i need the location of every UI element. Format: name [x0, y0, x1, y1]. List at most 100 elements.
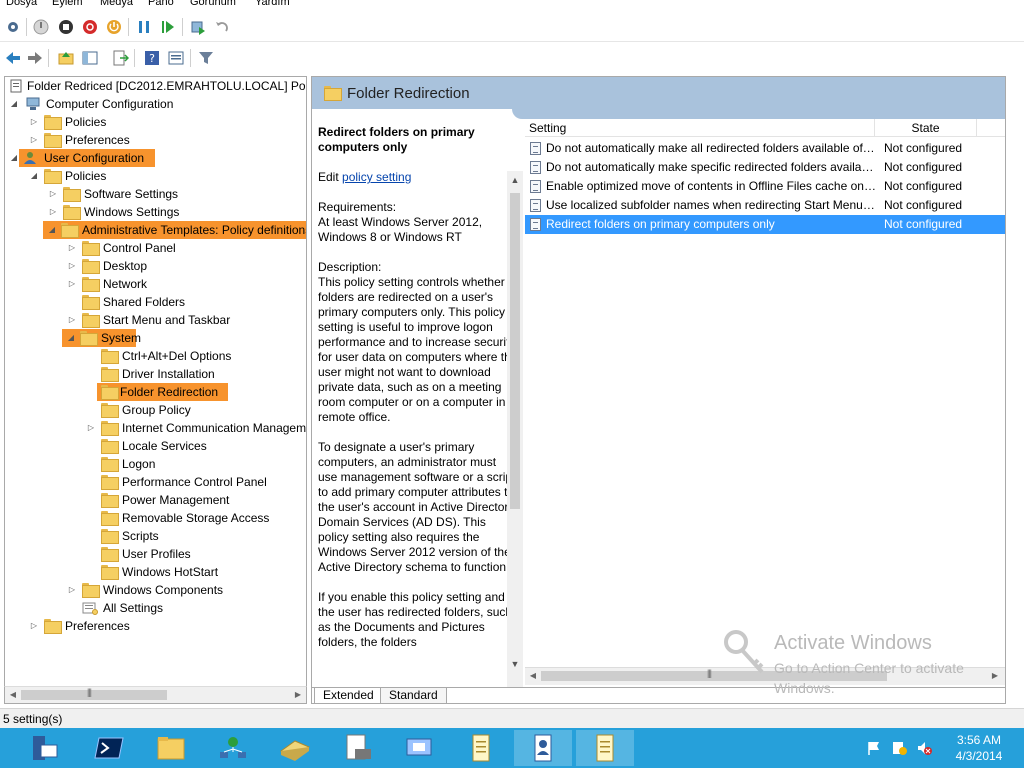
flag-icon[interactable] [866, 740, 882, 756]
scroll-thumb[interactable] [21, 690, 167, 700]
up-folder-icon[interactable] [56, 48, 76, 68]
menu-help[interactable]: Yardım [255, 0, 290, 8]
revert-icon[interactable] [212, 17, 232, 37]
grip-icon: ||| [707, 668, 712, 678]
menu-media[interactable]: Medya [100, 0, 133, 8]
volume-muted-icon[interactable] [916, 740, 932, 756]
document-printer-icon[interactable] [328, 730, 386, 766]
tree-user-configuration[interactable]: ◢ User Configuration [11, 149, 155, 167]
collapse-arrow-icon[interactable]: ◢ [9, 95, 19, 113]
column-setting[interactable]: Setting [525, 119, 875, 137]
tree-internet-communication[interactable]: ▷ Internet Communication Management [7, 419, 306, 437]
checkpoint-icon[interactable] [188, 17, 208, 37]
play-icon[interactable] [158, 17, 178, 37]
back-arrow-icon[interactable] [3, 48, 23, 68]
scroll-left-icon[interactable]: ◀ [527, 670, 539, 682]
policy-document-icon [9, 79, 25, 93]
tree-horizontal-scrollbar[interactable]: ◀ ||| ▶ [4, 686, 307, 704]
policy-setting-icon [530, 218, 541, 231]
table-row[interactable]: Enable optimized move of contents in Off… [525, 177, 1005, 196]
folder-icon [101, 511, 119, 526]
details-header: Folder Redirection [312, 77, 1005, 109]
users-computers-icon[interactable] [514, 730, 572, 766]
forward-arrow-icon[interactable] [25, 48, 45, 68]
scroll-left-icon[interactable]: ◀ [7, 689, 19, 701]
server-manager-icon[interactable] [16, 730, 74, 766]
show-hide-tree-icon[interactable] [80, 48, 100, 68]
filter-icon[interactable] [196, 48, 216, 68]
menu-bar: Dosya Eylem Medya Pano Görünüm Yardım [0, 0, 1024, 12]
clock-date: 4/3/2014 [955, 749, 1003, 763]
expand-arrow-icon[interactable]: ▷ [29, 617, 39, 635]
collapse-arrow-icon[interactable]: ◢ [66, 329, 76, 347]
folder-icon [101, 439, 119, 454]
expand-arrow-icon[interactable]: ▷ [48, 185, 58, 203]
expand-arrow-icon[interactable]: ▷ [67, 581, 77, 599]
table-row[interactable]: Do not automatically make specific redir… [525, 158, 1005, 177]
grip-icon: ||| [87, 687, 92, 697]
stop-icon[interactable] [56, 17, 76, 37]
turn-off-icon[interactable] [80, 17, 100, 37]
menu-clipboard[interactable]: Pano [148, 0, 174, 8]
server-status-icon[interactable] [891, 740, 907, 756]
description-scrollbar[interactable]: ▲ ▼ [507, 171, 523, 687]
menu-file[interactable]: Dosya [6, 0, 37, 8]
scroll-up-icon[interactable]: ▲ [509, 175, 521, 187]
export-list-icon[interactable] [110, 48, 130, 68]
settings-icon[interactable] [3, 17, 23, 37]
expand-arrow-icon[interactable]: ▷ [67, 257, 77, 275]
expand-arrow-icon[interactable]: ▷ [86, 419, 96, 437]
header-decoration [512, 109, 1005, 119]
expand-arrow-icon[interactable]: ▷ [29, 113, 39, 131]
folder-icon [44, 115, 62, 130]
tab-standard[interactable]: Standard [380, 688, 447, 704]
description-label: Description: [318, 260, 382, 274]
properties-icon[interactable] [166, 48, 186, 68]
watermark-subtitle: Go to Action Center to activate Windows. [774, 660, 964, 696]
settings-list: Setting State Do not automatically make … [525, 119, 1005, 687]
menu-action[interactable]: Eylem [52, 0, 83, 8]
policy-setting-icon [530, 142, 541, 155]
table-row-selected[interactable]: Redirect folders on primary computers on… [525, 215, 1005, 234]
folder-icon [101, 547, 119, 562]
remote-desktop-icon[interactable] [390, 730, 448, 766]
scroll-right-icon[interactable]: ▶ [292, 689, 304, 701]
folder-icon [82, 277, 100, 292]
expand-arrow-icon[interactable]: ▷ [67, 239, 77, 257]
tree-system[interactable]: ◢ System [62, 329, 141, 347]
pause-icon[interactable] [134, 17, 154, 37]
taskbar: 3:56 AM 4/3/2014 [0, 728, 1024, 768]
tab-extended[interactable]: Extended [314, 688, 383, 704]
notepad-icon[interactable] [452, 730, 510, 766]
tree-folder-redirection[interactable]: Folder Redirection [97, 383, 228, 401]
description-title: Redirect folders on primary computers on… [318, 125, 475, 154]
menu-view[interactable]: Görünüm [190, 0, 236, 8]
folder-icon [82, 583, 100, 598]
expand-arrow-icon[interactable]: ▷ [29, 131, 39, 149]
system-clock[interactable]: 3:56 AM 4/3/2014 [944, 732, 1014, 764]
scroll-down-icon[interactable]: ▼ [509, 659, 521, 671]
column-state[interactable]: State [875, 119, 977, 137]
expand-arrow-icon[interactable]: ▷ [67, 275, 77, 293]
tree-administrative-templates[interactable]: ◢ Administrative Templates: Policy defin… [43, 221, 306, 239]
network-icon[interactable] [204, 730, 262, 766]
expand-arrow-icon[interactable]: ▷ [67, 311, 77, 329]
file-explorer-icon[interactable] [142, 730, 200, 766]
group-policy-editor-icon[interactable] [576, 730, 634, 766]
scroll-thumb[interactable] [510, 193, 520, 509]
collapse-arrow-icon[interactable]: ◢ [9, 149, 19, 167]
mmc-toolbar: ? [0, 43, 1024, 73]
shutdown-icon[interactable] [104, 17, 124, 37]
powershell-icon[interactable] [80, 730, 138, 766]
collapse-arrow-icon[interactable]: ◢ [47, 221, 57, 239]
help-icon[interactable]: ? [142, 48, 162, 68]
table-row[interactable]: Use localized subfolder names when redir… [525, 196, 1005, 215]
folder-icon [80, 331, 98, 346]
book-icon[interactable] [266, 730, 324, 766]
collapse-arrow-icon[interactable]: ◢ [29, 167, 39, 185]
ctrl-alt-del-icon[interactable] [31, 17, 51, 37]
table-row[interactable]: Do not automatically make all redirected… [525, 139, 1005, 158]
edit-policy-link[interactable]: policy setting [342, 170, 411, 184]
expand-arrow-icon[interactable]: ▷ [48, 203, 58, 221]
status-text: 5 setting(s) [3, 712, 63, 726]
